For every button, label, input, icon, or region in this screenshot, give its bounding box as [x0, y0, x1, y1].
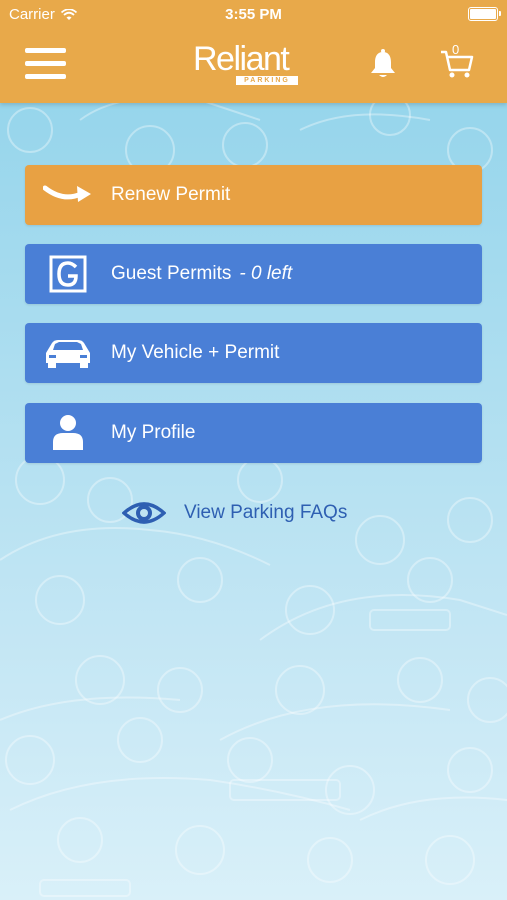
guest-g-icon	[43, 254, 93, 294]
my-profile-button[interactable]: My Profile	[25, 403, 482, 463]
notifications-bell-icon[interactable]	[368, 48, 398, 80]
my-vehicle-permit-button[interactable]: My Vehicle + Permit	[25, 323, 482, 383]
reliant-parking-logo: Reliant PARKING	[188, 40, 308, 88]
menu-line-icon	[25, 48, 66, 53]
cart-count-badge: 0	[452, 42, 460, 57]
logo-wordmark: Reliant	[193, 40, 290, 78]
guest-permits-count: - 0 left	[239, 263, 293, 284]
renew-permit-label: Renew Permit	[111, 184, 231, 205]
app-header: Carrier 3:55 PM Reliant PARKING 0	[0, 0, 507, 103]
my-profile-label: My Profile	[111, 422, 196, 443]
eye-icon	[122, 502, 166, 524]
guest-permits-label: Guest Permits - 0 left	[111, 263, 292, 285]
menu-line-icon	[25, 74, 66, 79]
status-time: 3:55 PM	[225, 6, 282, 23]
my-vehicle-label: My Vehicle + Permit	[111, 342, 280, 363]
logo-subtext: PARKING	[236, 76, 298, 85]
guest-permits-text: Guest Permits	[111, 263, 232, 284]
renew-permit-button[interactable]: Renew Permit	[25, 165, 482, 225]
view-faqs-link[interactable]: View Parking FAQs	[122, 497, 347, 529]
car-icon	[43, 333, 93, 373]
guest-permits-button[interactable]: Guest Permits - 0 left	[25, 244, 482, 304]
status-bar: Carrier 3:55 PM	[0, 0, 507, 28]
menu-line-icon	[25, 61, 66, 66]
hamburger-menu-button[interactable]	[25, 48, 66, 80]
arrow-curve-icon	[43, 175, 93, 215]
battery-icon	[468, 7, 501, 21]
view-faqs-label: View Parking FAQs	[184, 502, 348, 523]
person-icon	[43, 413, 93, 453]
